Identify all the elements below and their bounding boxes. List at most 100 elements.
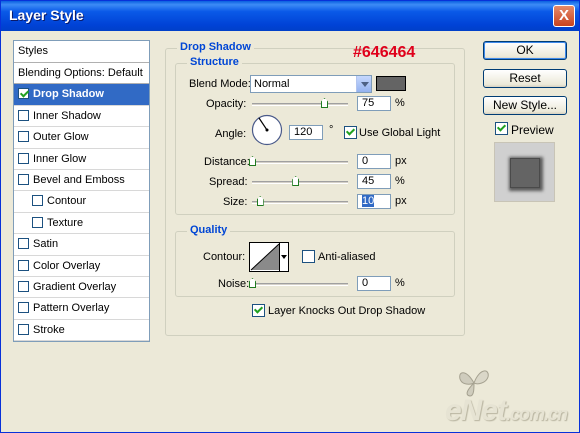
style-item-label: Bevel and Emboss	[33, 173, 125, 186]
blend-mode-label: Blend Mode:	[189, 78, 251, 90]
style-item-texture[interactable]: Texture	[14, 213, 149, 235]
angle-label: Angle:	[215, 128, 247, 140]
styles-list: Styles Blending Options: Default Drop Sh…	[13, 40, 150, 342]
preview-thumbnail	[494, 142, 555, 202]
distance-unit: px	[395, 155, 407, 167]
style-item-inner-glow[interactable]: Inner Glow	[14, 149, 149, 170]
preview-checkbox[interactable]	[495, 122, 508, 135]
style-item-label: Drop Shadow	[33, 88, 104, 101]
style-item-label: Satin	[33, 238, 59, 251]
enet-watermark: eNet.com.cn	[444, 394, 568, 428]
style-item-label: Inner Glow	[33, 152, 87, 165]
drop-shadow-title: Drop Shadow	[177, 41, 254, 53]
use-global-light-label: Use Global Light	[359, 127, 441, 139]
style-item-label: Pattern Overlay	[33, 302, 110, 315]
use-global-light-checkbox[interactable]	[344, 126, 357, 139]
style-item-gradient-overlay[interactable]: Gradient Overlay	[14, 277, 149, 299]
style-item-contour[interactable]: Contour	[14, 191, 149, 213]
style-item-color-overlay[interactable]: Color Overlay	[14, 256, 149, 277]
style-item-label: Texture	[47, 216, 84, 229]
style-checkbox[interactable]	[18, 173, 29, 185]
angle-unit: °	[329, 124, 334, 136]
opacity-unit: %	[395, 97, 405, 109]
contour-label: Contour:	[203, 251, 246, 263]
new-style-button[interactable]: New Style...	[483, 96, 567, 115]
spread-unit: %	[395, 175, 405, 187]
noise-label: Noise:	[218, 278, 250, 290]
style-checkbox[interactable]	[18, 152, 29, 164]
style-item-bevel-and-emboss[interactable]: Bevel and Emboss	[14, 170, 149, 192]
opacity-slider[interactable]	[252, 103, 348, 106]
spread-field[interactable]: 45	[357, 174, 391, 189]
size-field[interactable]: 10	[357, 194, 391, 209]
style-checkbox[interactable]	[18, 109, 29, 121]
styles-header[interactable]: Styles	[14, 41, 149, 63]
contour-picker[interactable]	[249, 242, 289, 272]
angle-field[interactable]: 120	[289, 125, 323, 140]
layer-style-dialog: Layer Style X Styles Blending Options: D…	[0, 0, 580, 433]
distance-slider[interactable]	[252, 161, 348, 164]
style-item-outer-glow[interactable]: Outer Glow	[14, 127, 149, 149]
blend-mode-value: Normal	[254, 78, 290, 90]
size-slider[interactable]	[252, 201, 348, 204]
angle-dial-icon	[251, 114, 283, 146]
distance-label: Distance:	[204, 156, 250, 168]
style-checkbox[interactable]	[18, 131, 29, 143]
preview-label: Preview	[511, 123, 554, 137]
quality-title: Quality	[187, 224, 231, 236]
distance-field[interactable]: 0	[357, 154, 391, 169]
style-item-pattern-overlay[interactable]: Pattern Overlay	[14, 298, 149, 320]
noise-field[interactable]: 0	[357, 276, 391, 291]
style-checkbox[interactable]	[32, 195, 43, 207]
title-bar[interactable]: Layer Style X	[1, 1, 579, 31]
style-checkbox[interactable]	[18, 259, 29, 271]
anti-aliased-checkbox[interactable]	[302, 250, 315, 263]
ok-button[interactable]: OK	[483, 41, 567, 60]
structure-title: Structure	[187, 56, 242, 68]
color-annotation: #646464	[353, 44, 416, 61]
shadow-color-swatch[interactable]	[376, 76, 406, 91]
knocks-out-checkbox[interactable]	[252, 304, 265, 317]
noise-unit: %	[395, 277, 405, 289]
size-label: Size:	[223, 196, 248, 208]
style-checkbox[interactable]	[18, 88, 29, 100]
size-unit: px	[395, 195, 407, 207]
style-item-label: Gradient Overlay	[33, 280, 117, 293]
size-value: 10	[362, 195, 375, 207]
contour-curve-icon	[250, 243, 280, 271]
preview-shadow-square	[510, 158, 540, 188]
style-item-stroke[interactable]: Stroke	[14, 320, 149, 342]
opacity-field[interactable]: 75	[357, 96, 391, 111]
style-checkbox[interactable]	[18, 302, 29, 314]
reset-button[interactable]: Reset	[483, 69, 567, 88]
quality-group	[175, 231, 455, 297]
blending-options-item[interactable]: Blending Options: Default	[14, 63, 149, 85]
style-item-label: Stroke	[33, 323, 65, 336]
angle-dial[interactable]	[251, 114, 283, 146]
spread-label: Spread:	[209, 176, 248, 188]
style-checkbox[interactable]	[18, 280, 29, 292]
style-checkbox[interactable]	[32, 216, 43, 228]
spread-slider[interactable]	[252, 181, 348, 184]
style-item-label: Color Overlay	[33, 259, 101, 272]
knocks-out-label: Layer Knocks Out Drop Shadow	[268, 305, 426, 317]
noise-slider[interactable]	[252, 283, 348, 286]
chevron-down-icon[interactable]	[356, 76, 371, 92]
contour-dropdown-arrow[interactable]	[279, 243, 288, 271]
style-item-satin[interactable]: Satin	[14, 234, 149, 256]
chevron-down-icon	[281, 255, 287, 259]
opacity-label: Opacity:	[206, 98, 247, 110]
style-checkbox[interactable]	[18, 238, 29, 250]
style-item-label: Inner Shadow	[33, 109, 101, 122]
watermark-suffix: .com.cn	[505, 404, 568, 424]
style-checkbox[interactable]	[18, 323, 29, 335]
blend-mode-select[interactable]: Normal	[250, 75, 372, 93]
style-item-drop-shadow[interactable]: Drop Shadow	[14, 84, 149, 106]
window-title: Layer Style	[9, 7, 84, 23]
style-item-label: Outer Glow	[33, 131, 89, 144]
style-item-inner-shadow[interactable]: Inner Shadow	[14, 106, 149, 128]
style-item-label: Contour	[47, 195, 87, 208]
watermark-text: eNet	[444, 394, 507, 427]
anti-aliased-label: Anti-aliased	[318, 251, 376, 263]
close-button[interactable]: X	[553, 5, 575, 27]
